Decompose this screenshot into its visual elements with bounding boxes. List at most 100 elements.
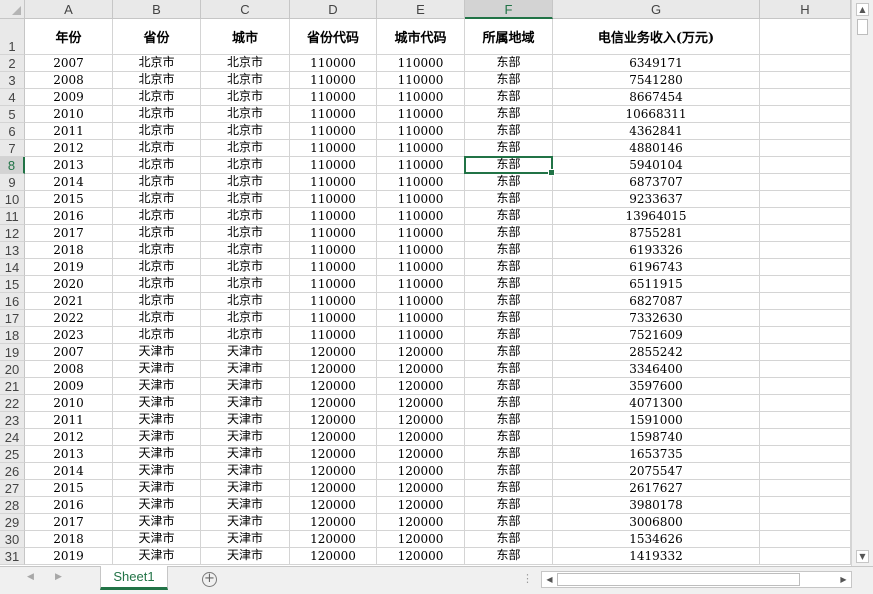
table-cell[interactable]: 2014 <box>25 174 113 191</box>
table-cell[interactable]: 北京市 <box>201 327 290 344</box>
table-cell[interactable]: 东部 <box>465 72 553 89</box>
table-cell[interactable]: 110000 <box>290 242 377 259</box>
table-cell[interactable]: 6511915 <box>553 276 760 293</box>
table-cell[interactable]: 东部 <box>465 378 553 395</box>
table-cell[interactable]: 天津市 <box>113 531 201 548</box>
table-cell[interactable]: 东部 <box>465 446 553 463</box>
table-cell[interactable]: 1419332 <box>553 548 760 565</box>
table-cell[interactable]: 北京市 <box>201 191 290 208</box>
add-sheet-icon[interactable]: + <box>202 572 217 587</box>
table-cell[interactable]: 110000 <box>377 327 465 344</box>
table-cell[interactable]: 天津市 <box>113 480 201 497</box>
table-cell[interactable] <box>760 395 851 412</box>
select-all-corner[interactable] <box>0 0 25 19</box>
table-cell[interactable] <box>760 55 851 72</box>
table-cell[interactable]: 120000 <box>377 446 465 463</box>
table-cell[interactable]: 120000 <box>377 429 465 446</box>
table-cell[interactable]: 天津市 <box>201 514 290 531</box>
table-cell[interactable]: 北京市 <box>113 310 201 327</box>
table-cell[interactable]: 天津市 <box>201 463 290 480</box>
scroll-down-icon[interactable]: ▼ <box>856 550 869 563</box>
table-cell[interactable]: 120000 <box>290 361 377 378</box>
table-cell[interactable]: 6349171 <box>553 55 760 72</box>
table-cell[interactable]: 110000 <box>290 208 377 225</box>
table-cell[interactable]: 天津市 <box>201 344 290 361</box>
table-cell[interactable]: 8755281 <box>553 225 760 242</box>
table-cell[interactable] <box>760 140 851 157</box>
tab-split-handle-icon[interactable]: ⋮ <box>522 572 533 585</box>
table-cell[interactable]: 120000 <box>290 548 377 565</box>
table-cell[interactable] <box>760 89 851 106</box>
table-cell[interactable]: 110000 <box>377 259 465 276</box>
table-cell[interactable]: 110000 <box>377 174 465 191</box>
table-cell[interactable]: 北京市 <box>113 123 201 140</box>
column-header-e[interactable]: E <box>377 0 465 19</box>
table-cell[interactable] <box>760 531 851 548</box>
column-header-d[interactable]: D <box>290 0 377 19</box>
row-header[interactable]: 8 <box>0 157 25 174</box>
table-cell[interactable]: 120000 <box>377 531 465 548</box>
table-cell[interactable]: 天津市 <box>201 480 290 497</box>
table-cell[interactable]: 7332630 <box>553 310 760 327</box>
table-cell[interactable]: 110000 <box>377 293 465 310</box>
table-cell[interactable]: 北京市 <box>201 89 290 106</box>
table-cell[interactable]: 110000 <box>290 72 377 89</box>
table-cell[interactable] <box>760 123 851 140</box>
row-header[interactable]: 11 <box>0 208 25 225</box>
table-cell[interactable]: 13964015 <box>553 208 760 225</box>
table-cell[interactable]: 天津市 <box>201 497 290 514</box>
table-cell[interactable]: 天津市 <box>201 429 290 446</box>
table-cell[interactable]: 120000 <box>377 548 465 565</box>
row-header[interactable]: 31 <box>0 548 25 565</box>
header-cell[interactable]: 所属地域 <box>465 19 553 55</box>
horizontal-scroll-thumb[interactable] <box>557 573 800 586</box>
header-cell[interactable] <box>760 19 851 55</box>
row-header[interactable]: 20 <box>0 361 25 378</box>
table-cell[interactable]: 北京市 <box>201 157 290 174</box>
table-cell[interactable]: 天津市 <box>201 531 290 548</box>
table-cell[interactable]: 3597600 <box>553 378 760 395</box>
table-cell[interactable]: 110000 <box>290 106 377 123</box>
table-cell[interactable]: 1591000 <box>553 412 760 429</box>
table-cell[interactable]: 天津市 <box>113 395 201 412</box>
table-cell[interactable]: 120000 <box>377 412 465 429</box>
table-cell[interactable]: 北京市 <box>113 174 201 191</box>
table-cell[interactable]: 天津市 <box>201 548 290 565</box>
sheet-tab-sheet1[interactable]: Sheet1 <box>100 566 168 590</box>
table-cell[interactable]: 天津市 <box>113 548 201 565</box>
table-cell[interactable]: 北京市 <box>113 106 201 123</box>
table-cell[interactable]: 110000 <box>290 191 377 208</box>
table-cell[interactable]: 1534626 <box>553 531 760 548</box>
table-cell[interactable] <box>760 259 851 276</box>
table-cell[interactable]: 北京市 <box>113 242 201 259</box>
table-cell[interactable]: 东部 <box>465 429 553 446</box>
row-header[interactable]: 29 <box>0 514 25 531</box>
table-cell[interactable]: 1653735 <box>553 446 760 463</box>
table-cell[interactable] <box>760 106 851 123</box>
table-cell[interactable]: 110000 <box>377 208 465 225</box>
table-cell[interactable]: 110000 <box>290 174 377 191</box>
table-cell[interactable]: 3006800 <box>553 514 760 531</box>
table-cell[interactable]: 东部 <box>465 463 553 480</box>
table-cell[interactable]: 110000 <box>377 89 465 106</box>
table-cell[interactable]: 东部 <box>465 208 553 225</box>
row-header[interactable]: 21 <box>0 378 25 395</box>
table-cell[interactable] <box>760 225 851 242</box>
header-cell[interactable]: 城市代码 <box>377 19 465 55</box>
header-cell[interactable]: 年份 <box>25 19 113 55</box>
table-cell[interactable]: 2011 <box>25 412 113 429</box>
row-header[interactable]: 22 <box>0 395 25 412</box>
table-cell[interactable]: 东部 <box>465 242 553 259</box>
table-cell[interactable]: 110000 <box>377 191 465 208</box>
table-cell[interactable]: 天津市 <box>113 344 201 361</box>
table-cell[interactable]: 120000 <box>290 497 377 514</box>
table-cell[interactable]: 110000 <box>377 276 465 293</box>
table-cell[interactable]: 120000 <box>377 463 465 480</box>
table-cell[interactable]: 120000 <box>290 531 377 548</box>
row-header[interactable]: 19 <box>0 344 25 361</box>
table-cell[interactable]: 东部 <box>465 174 553 191</box>
vertical-scroll-thumb[interactable] <box>857 19 868 35</box>
row-header[interactable]: 13 <box>0 242 25 259</box>
table-cell[interactable]: 天津市 <box>201 412 290 429</box>
table-cell[interactable]: 东部 <box>465 89 553 106</box>
